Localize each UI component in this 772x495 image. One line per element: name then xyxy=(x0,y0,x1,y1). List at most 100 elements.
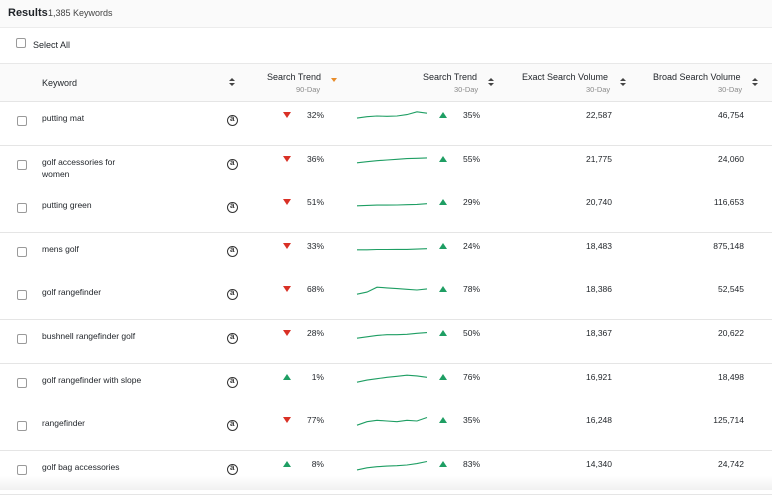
trend-30-arrow-icon xyxy=(439,373,447,380)
broad-volume-cell: 116,653 xyxy=(713,197,744,208)
trend-90-percent: 8% xyxy=(311,458,324,469)
trend-90-percent: 1% xyxy=(311,371,324,382)
row-checkbox[interactable] xyxy=(17,203,27,214)
trend-90-arrow-icon xyxy=(283,242,291,249)
sparkline xyxy=(356,417,428,426)
select-all-label[interactable]: Select All xyxy=(33,40,70,50)
keyword-cell: putting green xyxy=(42,200,92,211)
table-row[interactable]: bushnell rangefinder golf 28% 50% 18,367… xyxy=(0,320,772,364)
amazon-icon[interactable] xyxy=(227,114,238,126)
row-checkbox[interactable] xyxy=(17,421,27,432)
exact-volume-cell: 16,921 xyxy=(586,371,612,382)
exact-volume-cell: 20,740 xyxy=(586,197,612,208)
bottom-fade xyxy=(0,476,772,490)
exact-volume-cell: 14,340 xyxy=(586,458,612,469)
broad-volume-cell: 24,742 xyxy=(718,458,744,469)
table-row[interactable]: putting green 51% 29% 20,740 116,653 xyxy=(0,189,772,234)
trend-30-arrow-icon xyxy=(439,242,447,249)
sparkline xyxy=(356,332,428,339)
select-all-row: Select All xyxy=(0,28,772,64)
trend-30-percent: 35% xyxy=(462,110,480,120)
trend-30-percent: 29% xyxy=(462,197,480,208)
table-row[interactable]: mens golf 33% 24% 18,483 875,148 xyxy=(0,232,772,277)
sort-exact-volume-icon[interactable] xyxy=(620,78,626,87)
column-sub-broad-volume: 30-Day xyxy=(718,85,743,94)
sparkline xyxy=(356,374,428,383)
trend-30-percent: 83% xyxy=(462,458,480,469)
sparkline xyxy=(356,156,428,163)
table-row[interactable]: golf accessories for women 36% 55% 21,77… xyxy=(0,145,772,190)
trend-30-percent: 76% xyxy=(462,371,480,382)
trend-90-arrow-icon xyxy=(283,460,291,467)
trend-30-percent: 24% xyxy=(462,240,480,251)
column-sub-trend-30: 30-Day xyxy=(454,85,479,94)
row-checkbox[interactable] xyxy=(17,377,27,388)
trend-90-arrow-icon xyxy=(283,330,291,336)
amazon-icon[interactable] xyxy=(227,332,238,344)
column-header-broad-volume[interactable]: Broad Search Volume xyxy=(653,72,741,82)
trend-90-percent: 68% xyxy=(306,284,324,295)
column-header-trend-30[interactable]: Search Trend xyxy=(423,72,477,82)
trend-30-arrow-icon xyxy=(439,460,447,467)
trend-90-percent: 51% xyxy=(306,197,324,208)
amazon-icon[interactable] xyxy=(227,288,238,301)
sparkline xyxy=(357,247,428,251)
broad-volume-cell: 875,148 xyxy=(713,240,744,251)
row-checkbox[interactable] xyxy=(17,290,27,301)
trend-90-percent: 28% xyxy=(306,328,324,338)
trend-30-arrow-icon xyxy=(439,199,447,206)
row-checkbox[interactable] xyxy=(17,464,27,475)
sparkline xyxy=(356,287,428,296)
trend-30-percent: 35% xyxy=(462,415,480,426)
column-sub-exact-volume: 30-Day xyxy=(586,85,611,94)
trend-90-arrow-icon xyxy=(283,155,291,162)
amazon-icon[interactable] xyxy=(227,463,238,475)
keyword-cell: putting mat xyxy=(42,113,85,123)
trend-30-arrow-icon xyxy=(439,112,447,118)
exact-volume-cell: 16,248 xyxy=(586,415,612,426)
sort-broad-volume-icon[interactable] xyxy=(752,78,758,87)
trend-30-percent: 55% xyxy=(462,153,480,164)
amazon-icon[interactable] xyxy=(227,419,238,432)
column-header-keyword[interactable]: Keyword xyxy=(42,78,77,88)
broad-volume-cell: 46,754 xyxy=(718,110,744,120)
column-header-trend-90[interactable]: Search Trend xyxy=(267,72,321,82)
keyword-cell: golf bag accessories xyxy=(42,461,120,472)
results-bar: Results 1,385 Keywords xyxy=(0,0,772,28)
amazon-icon[interactable] xyxy=(227,245,238,257)
trend-90-percent: 33% xyxy=(306,240,324,251)
trend-90-arrow-icon xyxy=(283,112,291,118)
amazon-icon[interactable] xyxy=(227,201,238,214)
sort-keyword-icon[interactable] xyxy=(229,78,235,87)
sort-active-icon[interactable] xyxy=(331,78,337,82)
table-row[interactable]: golf rangefinder 68% 78% 18,386 52,545 xyxy=(0,276,772,321)
trend-30-arrow-icon xyxy=(439,417,447,424)
select-all-checkbox[interactable] xyxy=(16,38,26,48)
column-header-exact-volume[interactable]: Exact Search Volume xyxy=(522,72,608,82)
row-checkbox[interactable] xyxy=(17,159,27,170)
sparkline xyxy=(356,203,428,207)
row-checkbox[interactable] xyxy=(17,246,27,257)
trend-90-percent: 36% xyxy=(306,153,324,164)
results-title: Results xyxy=(8,7,48,19)
broad-volume-cell: 52,545 xyxy=(718,284,744,295)
sort-trend-30-icon[interactable] xyxy=(488,78,494,87)
trend-30-arrow-icon xyxy=(439,155,447,162)
keyword-cell: mens golf xyxy=(42,243,79,254)
amazon-icon[interactable] xyxy=(227,158,238,170)
exact-volume-cell: 18,386 xyxy=(586,284,612,295)
row-checkbox[interactable] xyxy=(17,334,27,344)
table-row[interactable]: golf rangefinder with slope 1% 76% 16,92… xyxy=(0,363,772,408)
trend-30-arrow-icon xyxy=(439,286,447,293)
trend-90-percent: 77% xyxy=(306,415,324,426)
keyword-cell: bushnell rangefinder golf xyxy=(42,331,136,341)
exact-volume-cell: 18,483 xyxy=(586,240,612,251)
keyword-cell: golf rangefinder xyxy=(42,287,102,298)
broad-volume-cell: 18,498 xyxy=(718,371,744,382)
table-row[interactable]: rangefinder 77% 35% 16,248 125,714 xyxy=(0,407,772,452)
table-row[interactable]: putting mat 32% 35% 22,587 46,754 xyxy=(0,102,772,146)
column-sub-trend-90: 90-Day xyxy=(296,85,321,94)
table-header: Keyword Search Trend 90-Day Search Trend… xyxy=(0,64,772,102)
row-checkbox[interactable] xyxy=(17,116,27,126)
amazon-icon[interactable] xyxy=(227,376,238,388)
